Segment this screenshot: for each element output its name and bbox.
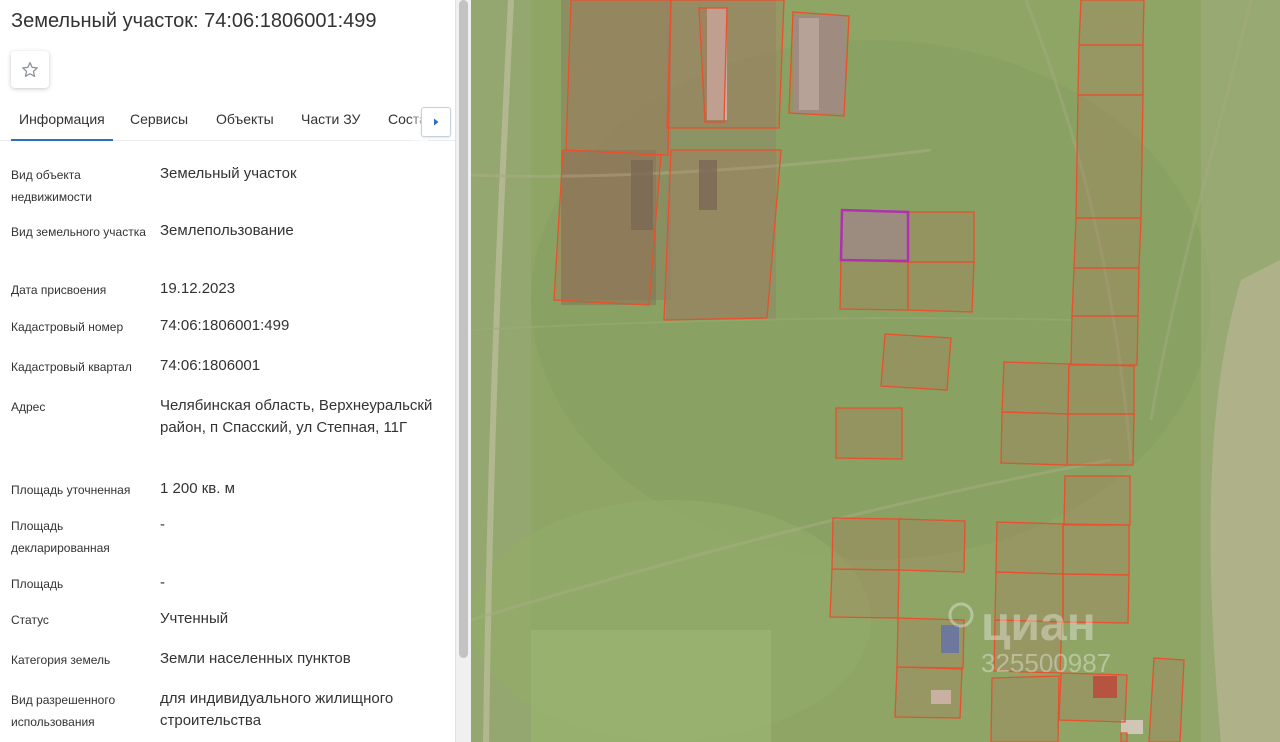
label-area: Площадь — [11, 577, 64, 591]
label-cadastral-block: Кадастровый квартал — [11, 360, 132, 374]
value-status: Учтенный — [160, 610, 229, 627]
tab-information[interactable]: Информация — [11, 101, 113, 141]
tabs-scroll-right-button[interactable] — [421, 107, 451, 137]
tab-objects[interactable]: Объекты — [216, 101, 274, 141]
tab-parcel-parts[interactable]: Части ЗУ — [301, 101, 360, 141]
map-canvas: циан 325500987 — [471, 0, 1280, 742]
value-area: - — [160, 574, 165, 591]
selected-parcel[interactable] — [839, 208, 910, 263]
value-object-type: Земельный участок — [160, 165, 297, 182]
info-panel: Земельный участок: 74:06:1806001:499 Инф… — [0, 0, 455, 742]
value-parcel-type: Землепользование — [160, 222, 294, 239]
value-cadastral-block: 74:06:1806001 — [160, 357, 261, 374]
value-land-category: Земли населенных пунктов — [160, 650, 351, 667]
value-permitted-use: для индивидуального жилищного строительс… — [160, 690, 394, 729]
favorite-button[interactable] — [11, 51, 49, 88]
star-outline-icon — [22, 61, 38, 77]
value-address: Челябинская область, Верхнеуральскй райо… — [160, 397, 433, 436]
label-assign-date: Дата присвоения — [11, 283, 107, 297]
label-parcel-type: Вид земельного участка — [11, 225, 146, 239]
page-title: Земельный участок: 74:06:1806001:499 — [11, 10, 377, 32]
label-area-specified: Площадь уточненная — [11, 483, 131, 497]
tab-services[interactable]: Сервисы — [130, 101, 188, 141]
label-permitted-use: Вид разрешенного использования — [11, 693, 116, 729]
label-cadastral-number: Кадастровый номер — [11, 320, 124, 334]
value-assign-date: 19.12.2023 — [160, 280, 236, 297]
label-status: Статус — [11, 613, 49, 627]
satellite-map[interactable]: циан 325500987 — [471, 0, 1280, 742]
watermark-text: циан — [981, 598, 1096, 651]
label-land-category: Категория земель — [11, 653, 111, 667]
value-cadastral-number: 74:06:1806001:499 — [160, 317, 290, 334]
chevron-right-icon — [434, 118, 439, 126]
label-area-declared: Площадь декларированная — [11, 519, 110, 555]
tab-bar: Информация Сервисы Объекты Части ЗУ Сост… — [0, 101, 455, 141]
watermark-code: 325500987 — [981, 648, 1111, 678]
label-object-type: Вид объекта недвижимости — [11, 168, 92, 204]
value-area-specified: 1 200 кв. м — [160, 480, 235, 497]
panel-scrollbar[interactable] — [455, 0, 471, 742]
scrollbar-thumb[interactable] — [459, 0, 468, 658]
value-area-declared: - — [160, 516, 165, 533]
label-address: Адрес — [11, 400, 46, 414]
